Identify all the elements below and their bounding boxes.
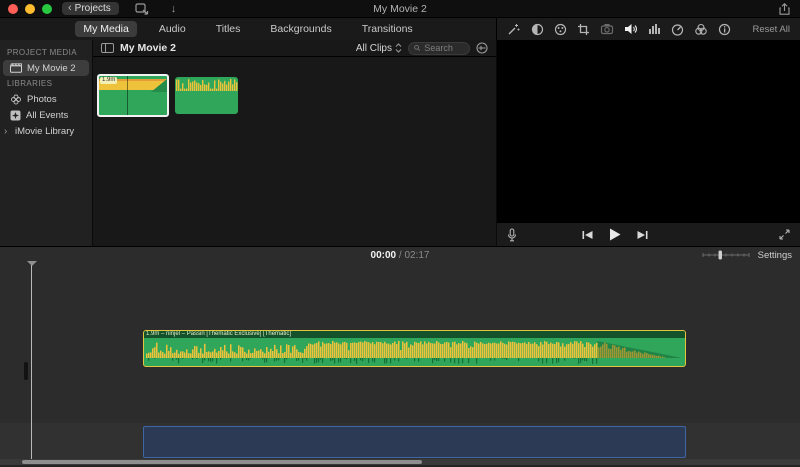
download-arrow-icon[interactable]: ↓ xyxy=(171,3,177,15)
auto-enhance-wand-icon[interactable] xyxy=(507,23,520,36)
filters-icon[interactable] xyxy=(694,23,708,36)
tab-backgrounds[interactable]: Backgrounds xyxy=(262,21,339,37)
libraries-sidebar: PROJECT MEDIA My Movie 2 LIBRARIES Photo… xyxy=(0,40,93,246)
playhead-line[interactable] xyxy=(31,265,32,459)
clip-zoom-slider[interactable] xyxy=(702,250,750,260)
current-time: 00:00 xyxy=(370,249,397,261)
media-browser: My Movie 2 All Clips 1.9m xyxy=(93,40,497,246)
reset-all-button[interactable]: Reset All xyxy=(752,24,790,35)
timecode: 00:00 / 02:17 xyxy=(0,250,800,261)
close-window-button[interactable] xyxy=(8,3,18,14)
projects-back-button[interactable]: ‹ Projects xyxy=(62,2,119,15)
previous-frame-icon[interactable] xyxy=(582,230,593,240)
window-title: My Movie 2 xyxy=(373,2,427,15)
clips-grid: 1.9m xyxy=(93,57,496,246)
timeline-panel: 00:00 / 02:17 Settings 1.9m – ninjel – P… xyxy=(0,246,800,467)
sidebar-item-all-events[interactable]: All Events xyxy=(0,107,92,123)
search-field[interactable] xyxy=(408,41,470,55)
toolbar-row: My Media Audio Titles Backgrounds Transi… xyxy=(0,18,800,40)
crop-icon[interactable] xyxy=(577,23,590,36)
voiceover-mic-icon[interactable] xyxy=(507,227,517,242)
share-icon[interactable] xyxy=(779,3,790,15)
horizontal-scrollbar-thumb[interactable] xyxy=(22,460,422,464)
viewer-panel xyxy=(497,40,800,246)
disclosure-right-icon[interactable]: › xyxy=(4,126,10,137)
panel-toggle-icon[interactable] xyxy=(101,43,114,53)
viewer-screen xyxy=(497,40,800,222)
photos-icon xyxy=(11,94,21,104)
timeline-settings-button[interactable]: Settings xyxy=(758,250,792,261)
zoom-window-button[interactable] xyxy=(42,3,52,14)
color-balance-icon[interactable] xyxy=(531,23,544,36)
search-icon xyxy=(414,45,421,51)
timeline-clip-label: 1.9m – ninjel – Passin [Thematic Exclusi… xyxy=(144,331,685,338)
minimize-window-button[interactable] xyxy=(25,3,35,14)
timeline-header: 00:00 / 02:17 Settings xyxy=(0,247,800,263)
total-time: 02:17 xyxy=(404,249,430,261)
chevron-left-icon: ‹ xyxy=(68,2,72,14)
traffic-lights xyxy=(8,3,52,14)
adjust-toolbar: Reset All xyxy=(497,18,800,40)
sidebar-item-imovie-library[interactable]: › iMovie Library xyxy=(0,123,92,139)
sidebar-item-photos[interactable]: Photos xyxy=(0,91,92,107)
titlebar: ‹ Projects ↓ My Movie 2 xyxy=(0,0,800,18)
noise-eq-icon[interactable] xyxy=(648,23,661,35)
stabilization-icon[interactable] xyxy=(600,23,614,35)
color-correction-icon[interactable] xyxy=(554,23,567,36)
section-header-libraries: LIBRARIES xyxy=(7,79,53,88)
clip-filter-dropdown[interactable]: All Clips xyxy=(356,43,402,54)
skimmer-line xyxy=(127,76,128,115)
main-area: PROJECT MEDIA My Movie 2 LIBRARIES Photo… xyxy=(0,40,800,246)
volume-icon[interactable] xyxy=(624,23,638,35)
media-import-icon[interactable] xyxy=(135,2,149,15)
timeline-audio-clip-selected[interactable]: 1.9m – ninjel – Passin [Thematic Exclusi… xyxy=(143,330,686,367)
track-handle xyxy=(24,362,28,380)
speed-icon[interactable] xyxy=(671,23,684,36)
fullscreen-icon[interactable] xyxy=(779,229,790,240)
clapper-icon xyxy=(10,63,22,73)
timeline-tracks: 1.9m – ninjel – Passin [Thematic Exclusi… xyxy=(0,261,800,467)
playback-controls xyxy=(497,222,800,246)
audio-clip-thumbnail-selected[interactable]: 1.9m xyxy=(97,74,169,117)
clip-duration-badge: 1.9m xyxy=(100,77,118,84)
tab-audio[interactable]: Audio xyxy=(151,21,194,37)
section-header-project-media: PROJECT MEDIA xyxy=(7,48,77,57)
play-icon[interactable] xyxy=(609,228,621,241)
info-icon[interactable] xyxy=(718,23,731,36)
background-music-well[interactable] xyxy=(143,426,686,458)
imovie-window: ‹ Projects ↓ My Movie 2 My Media Audio T… xyxy=(0,0,800,467)
tab-transitions[interactable]: Transitions xyxy=(354,21,421,37)
media-tabs: My Media Audio Titles Backgrounds Transi… xyxy=(0,18,497,40)
sidebar-item-my-movie-2[interactable]: My Movie 2 xyxy=(3,60,89,76)
tab-my-media[interactable]: My Media xyxy=(75,21,137,37)
next-frame-icon[interactable] xyxy=(637,230,648,240)
clip-appearance-icon[interactable] xyxy=(476,42,488,54)
fade-wedge xyxy=(151,79,167,92)
browser-header: My Movie 2 All Clips xyxy=(93,40,496,57)
audio-clip-thumbnail[interactable] xyxy=(175,77,238,114)
waveform xyxy=(176,79,238,91)
events-icon xyxy=(10,110,21,120)
chevron-up-down-icon xyxy=(395,43,402,53)
tab-titles[interactable]: Titles xyxy=(208,21,249,37)
search-input[interactable] xyxy=(424,43,464,53)
slider-thumb[interactable] xyxy=(718,250,722,260)
playhead-handle[interactable] xyxy=(27,261,37,266)
browser-title: My Movie 2 xyxy=(120,42,177,54)
